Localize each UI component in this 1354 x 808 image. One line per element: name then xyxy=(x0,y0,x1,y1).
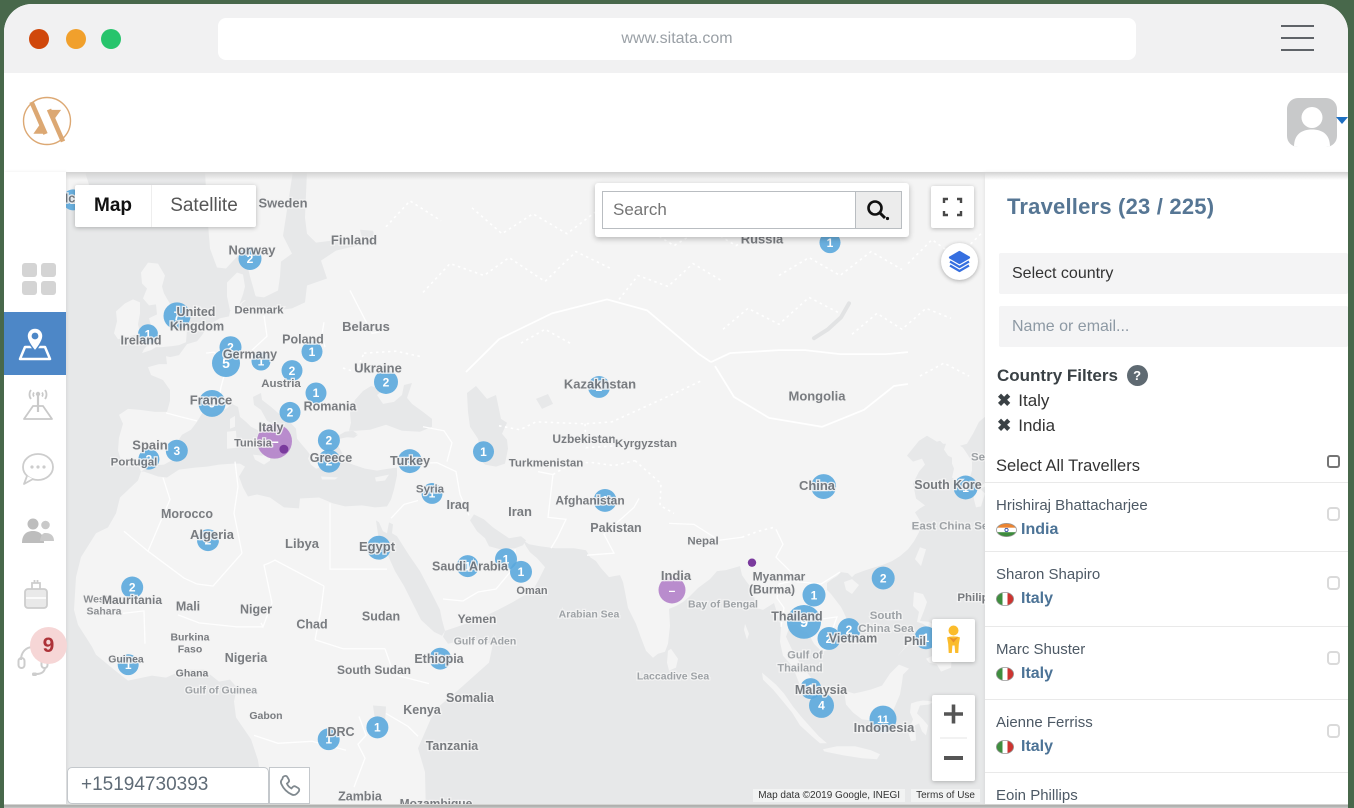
svg-text:Thailand: Thailand xyxy=(777,663,822,675)
svg-text:Saudi Arabia: Saudi Arabia xyxy=(432,560,509,574)
svg-text:Gabon: Gabon xyxy=(249,711,282,722)
svg-text:Turkmenistan: Turkmenistan xyxy=(509,458,584,470)
svg-text:Burkina: Burkina xyxy=(170,633,209,644)
svg-text:Tanzania: Tanzania xyxy=(426,739,480,753)
svg-text:Guinea: Guinea xyxy=(108,654,144,665)
svg-text:DRC: DRC xyxy=(327,725,354,739)
svg-text:France: France xyxy=(190,393,233,408)
svg-text:Bay of Bengal: Bay of Bengal xyxy=(688,600,758,611)
svg-text:2: 2 xyxy=(287,406,294,420)
svg-text:Philip: Philip xyxy=(957,592,985,604)
svg-text:Se: Se xyxy=(971,452,985,464)
svg-text:Gulf of Aden: Gulf of Aden xyxy=(454,637,517,648)
svg-text:Myanmar: Myanmar xyxy=(753,569,806,583)
svg-text:Ethiopia: Ethiopia xyxy=(414,652,464,666)
svg-text:India: India xyxy=(661,568,692,583)
svg-text:Niger: Niger xyxy=(240,602,272,616)
svg-text:Malaysia: Malaysia xyxy=(795,683,848,697)
svg-text:Germany: Germany xyxy=(223,348,277,362)
svg-text:Faso: Faso xyxy=(178,645,202,656)
svg-text:3: 3 xyxy=(173,444,180,458)
svg-text:Libya: Libya xyxy=(285,536,320,551)
svg-text:Iraq: Iraq xyxy=(447,498,470,512)
svg-text:Finland: Finland xyxy=(331,232,377,247)
svg-text:Indonesia: Indonesia xyxy=(854,720,915,735)
svg-text:Ic: Ic xyxy=(66,191,75,205)
svg-text:Belarus: Belarus xyxy=(342,319,390,334)
svg-text:Somalia: Somalia xyxy=(446,691,495,705)
svg-text:South: South xyxy=(870,610,903,622)
svg-text:Kyrgyzstan: Kyrgyzstan xyxy=(615,438,677,450)
svg-text:Ukraine: Ukraine xyxy=(354,361,402,376)
svg-text:Sweden: Sweden xyxy=(258,196,307,211)
svg-text:Greece: Greece xyxy=(310,451,352,465)
svg-text:Pakistan: Pakistan xyxy=(590,521,641,535)
svg-text:2: 2 xyxy=(326,434,333,448)
svg-text:China: China xyxy=(799,478,836,493)
svg-text:Kingdom: Kingdom xyxy=(170,320,224,334)
svg-text:1: 1 xyxy=(827,236,834,250)
svg-text:1: 1 xyxy=(313,386,320,400)
svg-text:Mali: Mali xyxy=(176,599,200,613)
svg-text:Oman: Oman xyxy=(516,585,547,597)
svg-text:1: 1 xyxy=(480,445,487,459)
svg-text:Poland: Poland xyxy=(282,333,324,347)
svg-text:Ghana: Ghana xyxy=(176,668,209,679)
svg-text:1: 1 xyxy=(811,588,818,602)
svg-text:Mauritania: Mauritania xyxy=(102,593,162,607)
svg-text:Yemen: Yemen xyxy=(458,612,497,626)
svg-text:1: 1 xyxy=(309,345,316,359)
svg-text:Sudan: Sudan xyxy=(362,609,400,623)
svg-text:(Burma): (Burma) xyxy=(749,582,795,596)
svg-text:United: United xyxy=(177,305,216,319)
svg-text:Portugal: Portugal xyxy=(111,457,158,469)
svg-text:Phil: Phil xyxy=(904,634,926,648)
svg-text:4: 4 xyxy=(818,699,825,713)
svg-text:2: 2 xyxy=(383,375,390,389)
svg-text:Romania: Romania xyxy=(304,399,358,413)
svg-text:Mongolia: Mongolia xyxy=(789,389,847,404)
svg-text:South Kore: South Kore xyxy=(914,478,981,492)
svg-text:Algeria: Algeria xyxy=(190,527,235,542)
svg-text:Tunisia: Tunisia xyxy=(234,438,273,450)
svg-text:Turkey: Turkey xyxy=(390,454,430,468)
svg-text:Spain: Spain xyxy=(132,437,167,452)
svg-text:Chad: Chad xyxy=(296,617,327,631)
svg-text:Austria: Austria xyxy=(261,378,301,390)
svg-text:East China Se: East China Se xyxy=(912,520,985,532)
svg-text:Kazakhstan: Kazakhstan xyxy=(564,377,636,392)
svg-text:1: 1 xyxy=(518,565,525,579)
svg-text:Sahara: Sahara xyxy=(86,607,121,618)
svg-text:Gulf of Guinea: Gulf of Guinea xyxy=(185,685,257,696)
svg-text:South Sudan: South Sudan xyxy=(337,663,411,677)
svg-text:Italy: Italy xyxy=(258,420,283,434)
svg-text:–: – xyxy=(669,583,676,597)
svg-text:Syria: Syria xyxy=(416,484,445,496)
svg-text:Afghanistan: Afghanistan xyxy=(555,494,624,508)
svg-text:Norway: Norway xyxy=(229,242,277,257)
svg-text:Denmark: Denmark xyxy=(234,304,284,316)
svg-text:Thailand: Thailand xyxy=(771,609,822,623)
svg-text:Egypt: Egypt xyxy=(359,539,396,554)
svg-text:2: 2 xyxy=(289,364,296,378)
svg-text:2: 2 xyxy=(880,571,887,585)
svg-text:Morocco: Morocco xyxy=(161,507,213,521)
svg-text:Arabian Sea: Arabian Sea xyxy=(559,610,620,621)
svg-text:Laccadive Sea: Laccadive Sea xyxy=(637,671,710,682)
svg-text:Mozambique: Mozambique xyxy=(400,796,473,804)
svg-text:Uzbekistan: Uzbekistan xyxy=(552,432,615,446)
svg-text:1: 1 xyxy=(374,721,381,735)
svg-text:Nigeria: Nigeria xyxy=(225,651,268,665)
svg-text:Ireland: Ireland xyxy=(121,334,162,348)
svg-text:Gulf of: Gulf of xyxy=(787,650,823,662)
svg-text:Zambia: Zambia xyxy=(338,790,383,804)
svg-text:Iran: Iran xyxy=(508,504,532,519)
svg-text:Nepal: Nepal xyxy=(687,535,718,547)
svg-text:Kenya: Kenya xyxy=(403,703,442,717)
